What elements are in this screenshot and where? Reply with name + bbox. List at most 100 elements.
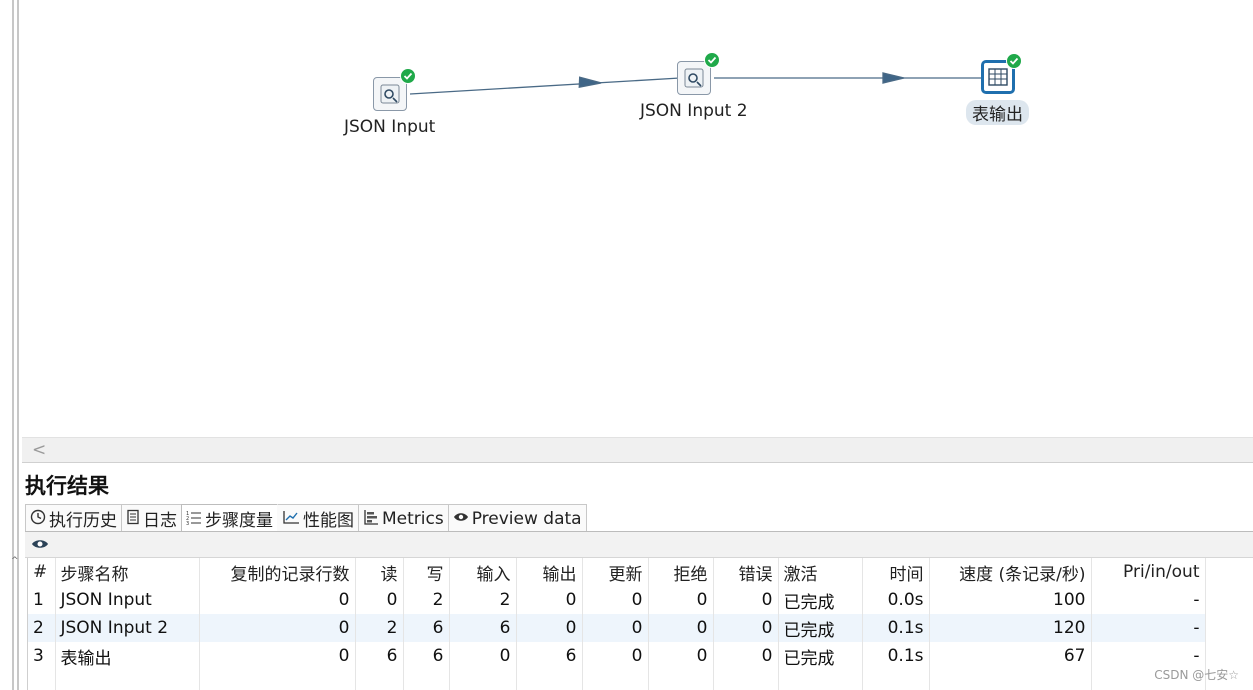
cell: 已完成	[778, 586, 863, 614]
cell: 6	[449, 614, 517, 642]
hops-layer	[409, 72, 985, 95]
metrics-icon	[363, 509, 379, 529]
column-header[interactable]: 拒绝	[648, 558, 714, 586]
show-only-active-eye-icon[interactable]	[31, 535, 49, 553]
cell: 0	[199, 586, 356, 614]
cell: 6	[403, 642, 450, 670]
step-label: JSON Input	[344, 117, 436, 137]
tab-performance[interactable]: 性能图	[277, 504, 359, 532]
svg-text:3: 3	[186, 521, 189, 525]
cell: JSON Input	[55, 586, 200, 614]
tab-label: 性能图	[303, 511, 354, 531]
chart-icon	[282, 509, 300, 529]
cell: 已完成	[778, 614, 863, 642]
column-header[interactable]: 写	[403, 558, 450, 586]
success-check-icon	[703, 52, 720, 68]
column-header[interactable]: 速度 (条记录/秒)	[929, 558, 1092, 586]
cell: 0	[355, 586, 404, 614]
cell: 0	[199, 614, 356, 642]
success-check-icon	[399, 68, 416, 84]
cell: 2	[28, 614, 56, 642]
cell: 0	[648, 614, 714, 642]
tab-label: 执行历史	[49, 511, 117, 531]
cell: 6	[355, 642, 404, 670]
table-row[interactable]: 1 JSON Input 0 0 2 2 0 0 0 0 已完成 0.0s 10…	[28, 586, 1206, 614]
cell: 0	[582, 586, 649, 614]
horizontal-scrollbar[interactable]: <	[22, 437, 1253, 463]
table-output-icon	[980, 53, 1022, 94]
cell: 0.1s	[862, 614, 930, 642]
tab-label: Metrics	[382, 508, 444, 529]
cell: 2	[403, 586, 450, 614]
scroll-left-icon[interactable]: <	[32, 440, 46, 460]
table-row[interactable]: 3 表输出 0 6 6 0 6 0 0 0 已完成 0.1s 67 -	[28, 642, 1206, 670]
watermark: CSDN @七安☆	[1154, 668, 1239, 682]
cell: 0	[713, 586, 779, 614]
tab-log[interactable]: 日志	[121, 504, 182, 532]
step-table-output[interactable]: 表输出	[966, 53, 1029, 125]
cell: 100	[929, 586, 1092, 614]
column-header[interactable]: 步骤名称	[55, 558, 200, 586]
column-header[interactable]: 读	[355, 558, 404, 586]
cell: -	[1091, 586, 1206, 614]
results-toolbar	[25, 532, 1253, 558]
clock-icon	[30, 509, 46, 529]
tab-label: 步骤度量	[205, 511, 273, 531]
column-header[interactable]: 时间	[862, 558, 930, 586]
step-label: 表输出	[966, 100, 1029, 125]
cell: 2	[355, 614, 404, 642]
border-line	[12, 0, 14, 690]
cell: 表输出	[55, 642, 200, 670]
cell: 0	[713, 614, 779, 642]
column-header[interactable]: 更新	[582, 558, 649, 586]
transformation-canvas[interactable]: JSON Input JSON Input 2 表输出	[22, 0, 1253, 437]
cell: 3	[28, 642, 56, 670]
step-json-input[interactable]: JSON Input	[344, 68, 436, 137]
cell: 120	[929, 614, 1092, 642]
tab-label: Preview data	[471, 508, 582, 529]
tab-label: 日志	[143, 511, 177, 531]
cell: 0	[199, 642, 356, 670]
cell: 已完成	[778, 642, 863, 670]
log-icon	[126, 509, 140, 529]
column-header[interactable]: 输入	[449, 558, 517, 586]
cell: 0	[516, 614, 583, 642]
cell: 6	[403, 614, 450, 642]
step-label: JSON Input 2	[640, 101, 748, 121]
column-header[interactable]: 复制的记录行数	[199, 558, 356, 586]
cell: 0	[516, 586, 583, 614]
tab-step-metrics[interactable]: 123 步骤度量	[181, 504, 278, 532]
cell: 2	[449, 586, 517, 614]
column-header[interactable]: 激活	[778, 558, 863, 586]
cell: 1	[28, 586, 56, 614]
json-input-icon	[676, 52, 720, 95]
cell: 0	[648, 642, 714, 670]
tab-history[interactable]: 执行历史	[25, 504, 122, 532]
cell: 0	[713, 642, 779, 670]
hop-1-arrow	[578, 76, 602, 89]
column-header[interactable]: 错误	[713, 558, 779, 586]
step-json-input-2[interactable]: JSON Input 2	[640, 52, 748, 121]
cell: -	[1091, 614, 1206, 642]
cell: 0	[582, 642, 649, 670]
left-border	[0, 0, 22, 690]
border-line	[17, 0, 19, 690]
cell: 6	[516, 642, 583, 670]
column-header[interactable]: #	[28, 558, 56, 586]
success-check-icon	[1005, 53, 1022, 69]
results-tabs: 执行历史 日志 123 步骤度量 性能图 Metrics Preview dat…	[25, 504, 587, 532]
eye-icon	[453, 511, 469, 527]
sort-indicator-icon: ^	[11, 556, 19, 566]
tab-preview-data[interactable]: Preview data	[447, 504, 587, 532]
results-title: 执行结果	[25, 474, 109, 498]
table-row[interactable]: 2 JSON Input 2 0 2 6 6 0 0 0 0 已完成 0.1s …	[28, 614, 1206, 642]
table-header-row: # 步骤名称 复制的记录行数 读 写 输入 输出 更新 拒绝 错误 激活 时间 …	[28, 558, 1206, 586]
column-header[interactable]: Pri/in/out	[1091, 558, 1206, 586]
step-metrics-grid[interactable]: # 步骤名称 复制的记录行数 读 写 输入 输出 更新 拒绝 错误 激活 时间 …	[27, 558, 1253, 690]
tab-metrics[interactable]: Metrics	[358, 504, 449, 532]
cell: 0	[449, 642, 517, 670]
cell: 0.0s	[862, 586, 930, 614]
column-header[interactable]: 输出	[516, 558, 583, 586]
cell: 0	[648, 586, 714, 614]
metrics-table: # 步骤名称 复制的记录行数 读 写 输入 输出 更新 拒绝 错误 激活 时间 …	[28, 558, 1206, 690]
